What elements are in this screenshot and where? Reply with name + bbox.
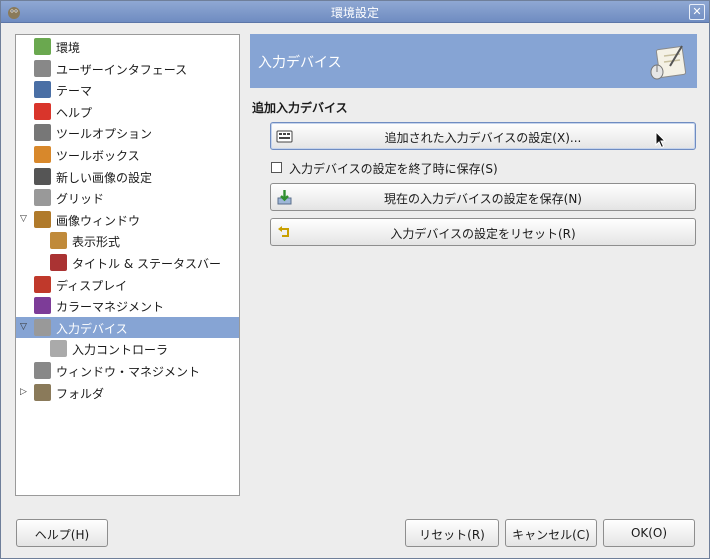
- toolbox-icon: [34, 146, 51, 163]
- image-window-icon: [34, 210, 51, 228]
- sidebar-item-label: 新しい画像の設定: [56, 170, 153, 185]
- new-image-icon: [34, 167, 51, 185]
- close-icon[interactable]: ✕: [689, 4, 705, 20]
- environment-icon: [34, 38, 51, 55]
- sidebar-item-label: 環境: [56, 41, 81, 55]
- cancel-button[interactable]: キャンセル(C): [505, 519, 597, 547]
- sidebar-item[interactable]: 新しい画像の設定: [16, 166, 239, 187]
- content-panel: 入力デバイス 追加入力デバイス: [250, 34, 697, 496]
- sidebar-item[interactable]: ▽ 入力デバイス: [16, 316, 239, 338]
- input-devices-large-icon: [650, 45, 687, 80]
- category-tree[interactable]: 環境ユーザーインタフェース テーマヘルプツールオプション ツールボックス 新しい画像の…: [15, 34, 240, 496]
- sidebar-item-label: ツールオプション: [56, 127, 153, 142]
- sidebar-item-label: ディスプレイ: [56, 278, 128, 293]
- mouse-pointer-icon: [655, 131, 667, 149]
- sidebar-item[interactable]: ツールオプション: [16, 122, 239, 143]
- configure-extended-devices-label: 追加された入力デバイスの設定(X)...: [384, 131, 582, 145]
- help-button[interactable]: ヘルプ(H): [16, 519, 108, 547]
- sidebar-item-label: ツールボックス: [56, 149, 140, 163]
- sidebar-item-label: タイトル & ステータスバー: [72, 257, 221, 271]
- window-title: 環境設定: [330, 6, 379, 20]
- expander-open-icon[interactable]: ▽: [20, 214, 30, 224]
- sidebar-item[interactable]: ユーザーインタフェース: [16, 58, 239, 79]
- sidebar-item[interactable]: 環境: [16, 36, 239, 57]
- expander-open-icon[interactable]: ▽: [20, 322, 30, 332]
- input-controllers-icon: [50, 340, 67, 358]
- page-header: 入力デバイス: [250, 34, 697, 88]
- input-devices-icon: [34, 318, 51, 336]
- folders-icon: [34, 383, 51, 401]
- sidebar-item[interactable]: ウィンドウ・マネジメント: [16, 360, 239, 381]
- sidebar-item-label: ユーザーインタフェース: [56, 62, 188, 77]
- ok-button[interactable]: OK(O): [603, 519, 695, 547]
- sidebar-item-label: フォルダ: [56, 386, 105, 401]
- sidebar-item-label: ウィンドウ・マネジメント: [56, 365, 201, 379]
- sidebar-item[interactable]: テーマ: [16, 79, 239, 100]
- title-bar[interactable]: 環境設定 ✕: [1, 1, 709, 23]
- sidebar-item-label: テーマ: [56, 84, 93, 99]
- sidebar-item[interactable]: カラーマネジメント: [16, 295, 239, 316]
- sidebar-item-label: カラーマネジメント: [56, 300, 165, 315]
- sidebar-item-label: 入力デバイス: [56, 321, 128, 336]
- title-statusbar-icon: [50, 254, 67, 271]
- sidebar-item[interactable]: 入力コントローラ: [16, 338, 239, 359]
- sidebar-item[interactable]: ▷ フォルダ: [16, 382, 239, 403]
- sidebar-item-label: 画像ウィンドウ: [56, 213, 141, 228]
- sidebar-item-label: 入力コントローラ: [72, 343, 169, 358]
- preferences-window: 環境設定 ✕ 環境ユーザーインタフェース テーマヘルプツールオプション ツールボック…: [0, 0, 710, 559]
- help-lifebuoy-icon: [34, 102, 51, 120]
- save-device-status-button[interactable]: 現在の入力デバイスの設定を保存(N): [270, 183, 696, 211]
- expander-closed-icon[interactable]: ▷: [20, 387, 30, 397]
- reset-button[interactable]: リセット(R): [405, 519, 499, 547]
- ok-button-label: OK(O): [630, 526, 668, 540]
- configure-extended-devices-button[interactable]: 追加された入力デバイスの設定(X)...: [270, 122, 696, 150]
- user-interface-icon: [34, 59, 51, 77]
- color-management-icon: [34, 297, 51, 315]
- page-title: 入力デバイス: [258, 55, 342, 71]
- save-on-exit-label: 入力デバイスの設定を終了時に保存(S): [289, 162, 498, 176]
- sidebar-item-label: グリッド: [56, 192, 105, 207]
- display-icon: [34, 275, 51, 293]
- save-device-status-label: 現在の入力デバイスの設定を保存(N): [384, 192, 582, 206]
- grid-icon: [34, 189, 51, 207]
- sidebar-item[interactable]: グリッド: [16, 187, 239, 208]
- help-button-label: ヘルプ(H): [34, 528, 90, 542]
- sidebar-item[interactable]: ツールボックス: [16, 144, 239, 165]
- sidebar-item[interactable]: ヘルプ: [16, 101, 239, 122]
- window-management-icon: [34, 362, 51, 379]
- sidebar-item-label: 表示形式: [72, 235, 121, 250]
- sidebar-item[interactable]: タイトル & ステータスバー: [16, 252, 239, 273]
- sidebar-item[interactable]: 表示形式: [16, 230, 239, 251]
- reset-button-label: リセット(R): [419, 528, 485, 542]
- section-title: 追加入力デバイス: [252, 101, 348, 115]
- cancel-button-label: キャンセル(C): [512, 528, 590, 542]
- appearance-icon: [50, 232, 67, 250]
- sidebar-item[interactable]: ディスプレイ: [16, 274, 239, 295]
- theme-icon: [34, 81, 51, 99]
- reset-device-status-button[interactable]: 入力デバイスの設定をリセット(R): [270, 218, 696, 246]
- sidebar-item-label: ヘルプ: [56, 105, 93, 120]
- sidebar-item[interactable]: ▽ 画像ウィンドウ: [16, 209, 239, 230]
- tool-options-icon: [34, 124, 51, 142]
- reset-device-status-label: 入力デバイスの設定をリセット(R): [390, 227, 576, 241]
- save-on-exit-checkbox-box[interactable]: [271, 162, 282, 173]
